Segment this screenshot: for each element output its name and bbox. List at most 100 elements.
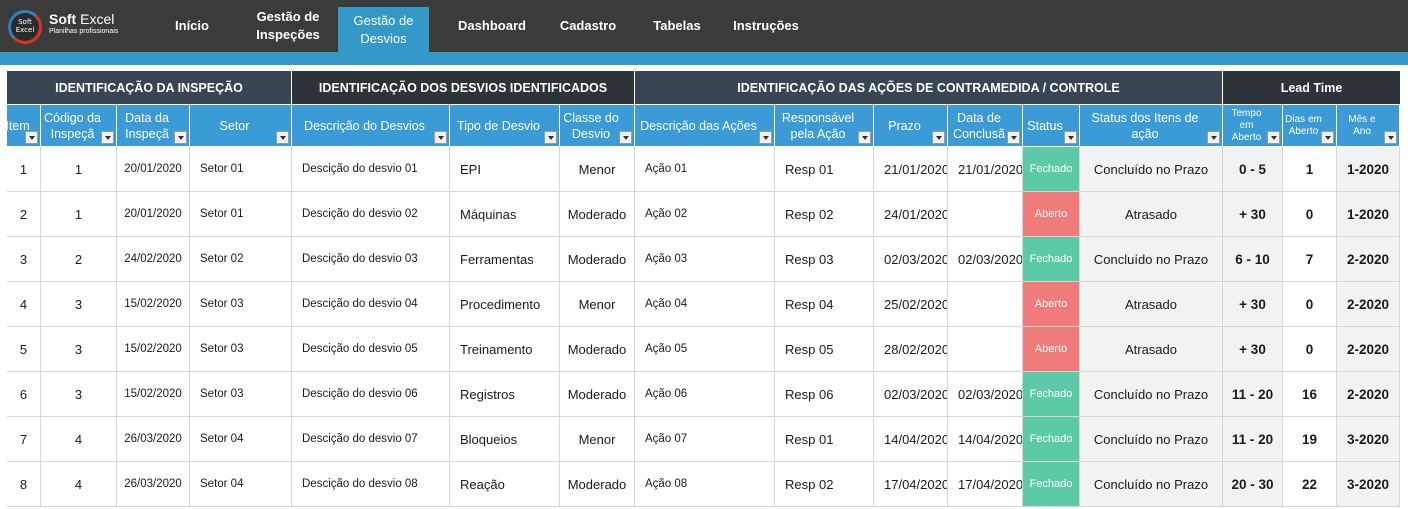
- cell-data[interactable]: 15/02/2020: [117, 282, 190, 326]
- cell-prazo[interactable]: 14/04/2020: [874, 417, 948, 461]
- cell-responsavel[interactable]: Resp 02: [775, 462, 874, 506]
- cell-descricao-acao[interactable]: Ação 06: [635, 372, 775, 416]
- cell-prazo[interactable]: 28/02/2020: [874, 327, 948, 371]
- cell-codigo[interactable]: 2: [41, 237, 117, 281]
- cell-status-itens[interactable]: Concluído no Prazo: [1080, 417, 1223, 461]
- cell-status-itens[interactable]: Concluído no Prazo: [1080, 147, 1223, 191]
- cell-tempo-aberto[interactable]: 11 - 20: [1223, 417, 1283, 461]
- filter-dropdown-icon[interactable]: [1384, 131, 1397, 144]
- cell-descricao-desvio[interactable]: Descição do desvio 03: [292, 237, 450, 281]
- cell-tipo-desvio[interactable]: Procedimento: [450, 282, 560, 326]
- filter-dropdown-icon[interactable]: [1007, 131, 1020, 144]
- cell-responsavel[interactable]: Resp 02: [775, 192, 874, 236]
- filter-dropdown-icon[interactable]: [1064, 131, 1077, 144]
- nav-cadastro[interactable]: Cadastro: [551, 0, 625, 52]
- cell-dias-aberto[interactable]: 7: [1283, 237, 1337, 281]
- cell-dias-aberto[interactable]: 0: [1283, 327, 1337, 371]
- cell-data[interactable]: 26/03/2020: [117, 417, 190, 461]
- filter-dropdown-icon[interactable]: [932, 131, 945, 144]
- cell-setor[interactable]: Setor 04: [190, 417, 292, 461]
- filter-dropdown-icon[interactable]: [1321, 131, 1334, 144]
- filter-dropdown-icon[interactable]: [1207, 131, 1220, 144]
- cell-data-conclusao[interactable]: [948, 282, 1023, 326]
- cell-item[interactable]: 2: [7, 192, 41, 236]
- filter-dropdown-icon[interactable]: [174, 131, 187, 144]
- cell-tempo-aberto[interactable]: 20 - 30: [1223, 462, 1283, 506]
- cell-codigo[interactable]: 4: [41, 417, 117, 461]
- nav-gestao-inspecoes[interactable]: Gestão de Inspeções: [250, 0, 326, 52]
- cell-descricao-desvio[interactable]: Descição do desvio 08: [292, 462, 450, 506]
- cell-setor[interactable]: Setor 03: [190, 327, 292, 371]
- cell-mes-ano[interactable]: 2-2020: [1337, 327, 1400, 371]
- cell-codigo[interactable]: 3: [41, 372, 117, 416]
- cell-responsavel[interactable]: Resp 03: [775, 237, 874, 281]
- cell-tempo-aberto[interactable]: + 30: [1223, 282, 1283, 326]
- cell-data-conclusao[interactable]: 02/03/2020: [948, 372, 1023, 416]
- cell-descricao-desvio[interactable]: Descição do desvio 07: [292, 417, 450, 461]
- cell-descricao-desvio[interactable]: Descição do desvio 05: [292, 327, 450, 371]
- cell-data[interactable]: 26/03/2020: [117, 462, 190, 506]
- cell-dias-aberto[interactable]: 0: [1283, 192, 1337, 236]
- cell-classe-desvio[interactable]: Menor: [560, 417, 635, 461]
- filter-dropdown-icon[interactable]: [619, 131, 632, 144]
- cell-classe-desvio[interactable]: Menor: [560, 282, 635, 326]
- cell-setor[interactable]: Setor 04: [190, 462, 292, 506]
- cell-data[interactable]: 15/02/2020: [117, 327, 190, 371]
- cell-tipo-desvio[interactable]: Treinamento: [450, 327, 560, 371]
- filter-dropdown-icon[interactable]: [858, 131, 871, 144]
- cell-descricao-acao[interactable]: Ação 04: [635, 282, 775, 326]
- cell-status[interactable]: Aberto: [1023, 192, 1080, 236]
- cell-codigo[interactable]: 3: [41, 282, 117, 326]
- cell-mes-ano[interactable]: 1-2020: [1337, 147, 1400, 191]
- cell-codigo[interactable]: 1: [41, 147, 117, 191]
- cell-tempo-aberto[interactable]: 6 - 10: [1223, 237, 1283, 281]
- cell-item[interactable]: 4: [7, 282, 41, 326]
- cell-data[interactable]: 24/02/2020: [117, 237, 190, 281]
- cell-item[interactable]: 8: [7, 462, 41, 506]
- cell-codigo[interactable]: 3: [41, 327, 117, 371]
- cell-responsavel[interactable]: Resp 01: [775, 147, 874, 191]
- cell-tipo-desvio[interactable]: Bloqueios: [450, 417, 560, 461]
- cell-descricao-acao[interactable]: Ação 02: [635, 192, 775, 236]
- cell-dias-aberto[interactable]: 19: [1283, 417, 1337, 461]
- cell-classe-desvio[interactable]: Moderado: [560, 192, 635, 236]
- cell-classe-desvio[interactable]: Moderado: [560, 372, 635, 416]
- cell-dias-aberto[interactable]: 16: [1283, 372, 1337, 416]
- cell-responsavel[interactable]: Resp 01: [775, 417, 874, 461]
- cell-mes-ano[interactable]: 2-2020: [1337, 372, 1400, 416]
- cell-classe-desvio[interactable]: Moderado: [560, 327, 635, 371]
- cell-data[interactable]: 15/02/2020: [117, 372, 190, 416]
- cell-descricao-acao[interactable]: Ação 01: [635, 147, 775, 191]
- cell-tempo-aberto[interactable]: + 30: [1223, 327, 1283, 371]
- cell-data-conclusao[interactable]: 17/04/2020: [948, 462, 1023, 506]
- cell-mes-ano[interactable]: 2-2020: [1337, 282, 1400, 326]
- cell-data-conclusao[interactable]: [948, 327, 1023, 371]
- cell-codigo[interactable]: 4: [41, 462, 117, 506]
- cell-data-conclusao[interactable]: [948, 192, 1023, 236]
- cell-classe-desvio[interactable]: Moderado: [560, 237, 635, 281]
- cell-descricao-acao[interactable]: Ação 07: [635, 417, 775, 461]
- cell-item[interactable]: 7: [7, 417, 41, 461]
- cell-item[interactable]: 5: [7, 327, 41, 371]
- cell-responsavel[interactable]: Resp 04: [775, 282, 874, 326]
- cell-status[interactable]: Aberto: [1023, 327, 1080, 371]
- cell-prazo[interactable]: 02/03/2020: [874, 237, 948, 281]
- cell-descricao-acao[interactable]: Ação 08: [635, 462, 775, 506]
- cell-mes-ano[interactable]: 2-2020: [1337, 237, 1400, 281]
- cell-status[interactable]: Fechado: [1023, 417, 1080, 461]
- cell-status[interactable]: Fechado: [1023, 372, 1080, 416]
- cell-tempo-aberto[interactable]: 11 - 20: [1223, 372, 1283, 416]
- cell-data-conclusao[interactable]: 02/03/2020: [948, 237, 1023, 281]
- cell-mes-ano[interactable]: 1-2020: [1337, 192, 1400, 236]
- cell-classe-desvio[interactable]: Menor: [560, 147, 635, 191]
- cell-prazo[interactable]: 02/03/2020: [874, 372, 948, 416]
- cell-status-itens[interactable]: Atrasado: [1080, 327, 1223, 371]
- cell-status-itens[interactable]: Concluído no Prazo: [1080, 237, 1223, 281]
- cell-status[interactable]: Aberto: [1023, 282, 1080, 326]
- cell-status-itens[interactable]: Atrasado: [1080, 192, 1223, 236]
- cell-data[interactable]: 20/01/2020: [117, 147, 190, 191]
- cell-descricao-acao[interactable]: Ação 03: [635, 237, 775, 281]
- cell-data-conclusao[interactable]: 21/01/2020: [948, 147, 1023, 191]
- cell-prazo[interactable]: 17/04/2020: [874, 462, 948, 506]
- cell-descricao-desvio[interactable]: Descição do desvio 04: [292, 282, 450, 326]
